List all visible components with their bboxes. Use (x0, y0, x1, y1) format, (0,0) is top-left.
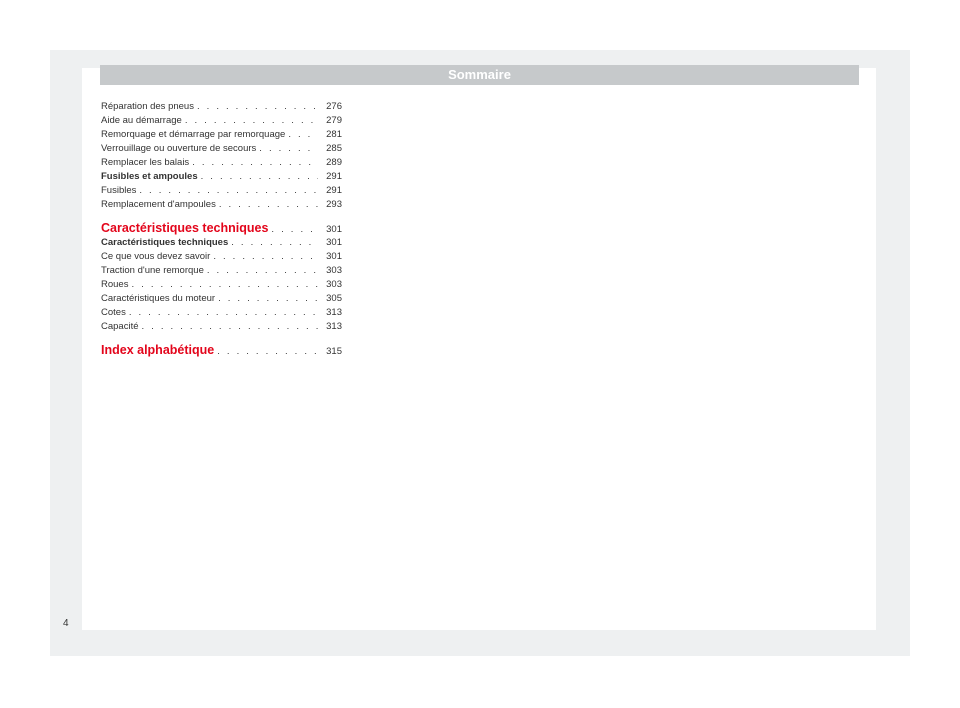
toc-entry-label: Traction d'une remorque (101, 265, 207, 276)
toc-leader-dots (131, 279, 318, 290)
toc-leader-dots (129, 307, 318, 318)
toc-entry-label: Cotes (101, 307, 129, 318)
toc-entry-page: 291 (318, 171, 342, 182)
page-title: Sommaire (100, 67, 859, 82)
toc-entry[interactable]: Roues 303 (101, 279, 342, 293)
toc-entry-page: 279 (318, 115, 342, 126)
toc-entry-label: Aide au démarrage (101, 115, 185, 126)
toc-leader-dots (192, 157, 318, 168)
toc-leader-dots (185, 115, 318, 126)
toc-entry-label: Remplacement d'ampoules (101, 199, 219, 210)
toc-entry-label: Remplacer les balais (101, 157, 192, 168)
toc-entry[interactable]: Traction d'une remorque 303 (101, 265, 342, 279)
toc-entry[interactable]: Ce que vous devez savoir 301 (101, 251, 342, 265)
table-of-contents: Réparation des pneus 276 Aide au démarrage… (101, 101, 342, 359)
toc-leader-dots (207, 265, 318, 276)
page-number: 4 (63, 618, 69, 629)
toc-entry-label: Index alphabétique (101, 343, 217, 357)
toc-entry-page: 313 (318, 307, 342, 318)
toc-leader-dots (217, 346, 318, 357)
toc-entry[interactable]: Caractéristiques techniques 301 (101, 237, 342, 251)
toc-leader-dots (288, 129, 318, 140)
toc-entry-page: 289 (318, 157, 342, 168)
toc-entry-page: 301 (318, 224, 342, 235)
toc-entry-page: 305 (318, 293, 342, 304)
toc-entry-page: 293 (318, 199, 342, 210)
toc-section-heading[interactable]: Caractéristiques techniques 301 (101, 213, 342, 237)
toc-leader-dots (139, 185, 318, 196)
toc-entry-page: 303 (318, 265, 342, 276)
toc-entry[interactable]: Remorquage et démarrage par remorquage 28… (101, 129, 342, 143)
toc-entry[interactable]: Capacité 313 (101, 321, 342, 335)
toc-entry[interactable]: Aide au démarrage 279 (101, 115, 342, 129)
toc-entry-label: Roues (101, 279, 131, 290)
toc-entry-label: Réparation des pneus (101, 101, 197, 112)
toc-entry-label: Ce que vous devez savoir (101, 251, 213, 262)
toc-entry-page: 291 (318, 185, 342, 196)
toc-leader-dots (213, 251, 318, 262)
toc-entry-page: 301 (318, 237, 342, 248)
toc-entry[interactable]: Caractéristiques du moteur 305 (101, 293, 342, 307)
toc-entry-page: 276 (318, 101, 342, 112)
toc-entry-label: Remorquage et démarrage par remorquage (101, 129, 288, 140)
toc-entry-page: 285 (318, 143, 342, 154)
toc-entry-page: 315 (318, 346, 342, 357)
toc-entry-label: Verrouillage ou ouverture de secours (101, 143, 259, 154)
toc-entry-label: Caractéristiques du moteur (101, 293, 218, 304)
toc-entry[interactable]: Verrouillage ou ouverture de secours 285 (101, 143, 342, 157)
toc-leader-dots (219, 199, 318, 210)
toc-entry-label: Caractéristiques techniques (101, 237, 231, 248)
toc-entry-label: Caractéristiques techniques (101, 221, 271, 235)
toc-section-heading[interactable]: Index alphabétique 315 (101, 335, 342, 359)
toc-leader-dots (201, 171, 318, 182)
header-bar: Sommaire (100, 65, 859, 85)
toc-leader-dots (218, 293, 318, 304)
toc-entry[interactable]: Cotes 313 (101, 307, 342, 321)
toc-entry-page: 313 (318, 321, 342, 332)
toc-leader-dots (271, 224, 318, 235)
toc-entry-label: Fusibles et ampoules (101, 171, 201, 182)
toc-entry[interactable]: Fusibles et ampoules 291 (101, 171, 342, 185)
toc-leader-dots (197, 101, 318, 112)
toc-entry[interactable]: Réparation des pneus 276 (101, 101, 342, 115)
toc-entry-label: Fusibles (101, 185, 139, 196)
toc-leader-dots (142, 321, 319, 332)
toc-entry[interactable]: Remplacement d'ampoules 293 (101, 199, 342, 213)
toc-entry-label: Capacité (101, 321, 142, 332)
toc-entry[interactable]: Fusibles 291 (101, 185, 342, 199)
toc-entry-page: 303 (318, 279, 342, 290)
toc-entry[interactable]: Remplacer les balais 289 (101, 157, 342, 171)
toc-leader-dots (231, 237, 318, 248)
toc-entry-page: 281 (318, 129, 342, 140)
toc-leader-dots (259, 143, 318, 154)
toc-entry-page: 301 (318, 251, 342, 262)
